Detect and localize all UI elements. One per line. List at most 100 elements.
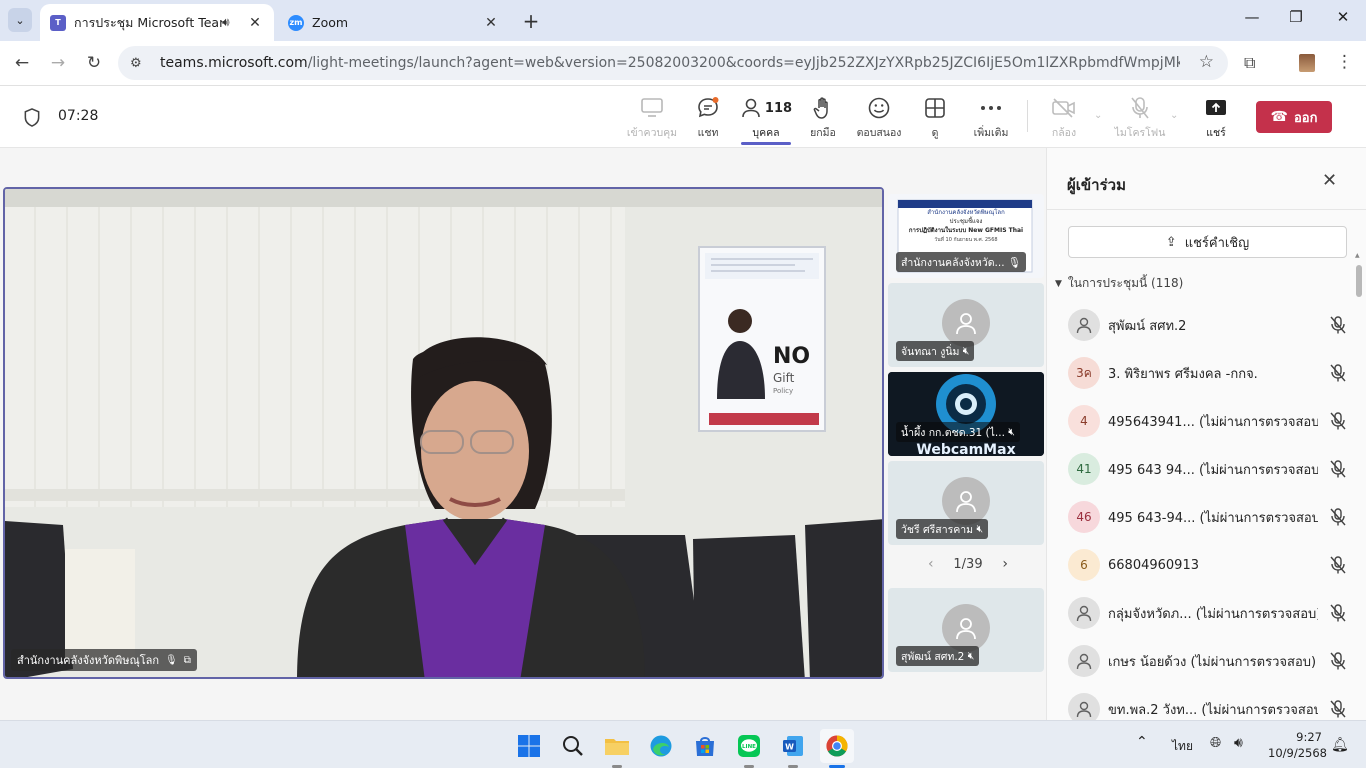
more-button[interactable]: เพิ่มเติม — [961, 94, 1021, 141]
mic-options-chevron-icon[interactable]: ⌄ — [1170, 110, 1178, 121]
participant-name: กลุ่มจังหวัดภ... (ไม่ผ่านการตรวจสอบ) — [1108, 606, 1318, 622]
new-tab-plus-icon[interactable]: + — [520, 9, 542, 33]
react-button[interactable]: ตอบสนอง — [849, 94, 909, 141]
close-tab-icon[interactable]: ✕ — [482, 15, 500, 31]
url-bar[interactable]: ⚙ teams.microsoft.com/light-meetings/lau… — [118, 46, 1228, 80]
thumbnail-tile[interactable]: สำนักงานคลังจังหวัดพิษณุโลก ประชุมชี้แจง… — [888, 194, 1044, 278]
share-icon: ⇪ — [1165, 234, 1177, 250]
mic-off-icon — [1328, 699, 1348, 719]
thumbnail-name-label: จันทณา งูนิ่ม 🔇︎ — [896, 341, 975, 361]
mic-off-icon — [1328, 555, 1348, 575]
teams-favicon-icon: T — [50, 14, 66, 31]
input-language[interactable]: ไทย — [1172, 737, 1193, 756]
participant-row[interactable]: สุพัฒน์ สศท.2 — [1068, 307, 1348, 343]
participant-row[interactable]: 46 495 643-94... (ไม่ผ่านการตรวจสอบ) — [1068, 499, 1348, 535]
participant-row[interactable]: กลุ่มจังหวัดภ... (ไม่ผ่านการตรวจสอบ) — [1068, 595, 1348, 631]
mic-off-icon — [1328, 507, 1348, 527]
participant-name: 495 643 94... (ไม่ผ่านการตรวจสอบ) — [1108, 462, 1318, 478]
browser-menu-icon[interactable]: ⋮ — [1336, 52, 1353, 72]
close-icon[interactable]: ✕ — [1322, 170, 1337, 191]
mic-off-icon: 🔇︎ — [967, 649, 975, 662]
camera-options-chevron-icon[interactable]: ⌄ — [1094, 110, 1102, 121]
thumbnail-name-label: สุพัฒน์ สศท.2 🔇︎ — [896, 646, 980, 666]
in-meeting-section-header[interactable]: ▼ ในการประชุมนี้ (118) — [1055, 274, 1183, 293]
share-invite-button[interactable]: ⇪ แชร์คำเชิญ — [1068, 226, 1347, 258]
thumbnail-tile[interactable]: จันทณา งูนิ่ม 🔇︎ — [888, 283, 1044, 367]
edge-button[interactable] — [644, 729, 678, 763]
panel-title: ผู้เข้าร่วม — [1067, 176, 1126, 194]
participant-row[interactable]: 41 495 643 94... (ไม่ผ่านการตรวจสอบ) — [1068, 451, 1348, 487]
camera-button[interactable]: กล้อง — [1034, 94, 1094, 141]
mic-off-icon — [1129, 94, 1151, 122]
chevron-right-icon[interactable]: › — [1002, 556, 1008, 572]
meeting-toolbar: 07:28 เข้าควบคุม แชท 118 บุคคล ยกมือ ตอบ… — [0, 86, 1366, 148]
participant-name: 3. พิริยาพร ศรีมงคล -กกจ. — [1108, 366, 1258, 382]
edge-icon — [650, 735, 672, 757]
store-button[interactable] — [688, 729, 722, 763]
thumbnail-tile[interactable]: วัชรี ศรีสารคาม 🔇︎ — [888, 461, 1044, 545]
browser-tab-strip: ⌄ T การประชุม Microsoft Teams 🔊︎ ✕ zm Zo… — [0, 0, 1366, 41]
raise-hand-button[interactable]: ยกมือ — [793, 94, 853, 141]
back-arrow-icon[interactable]: ← — [10, 51, 34, 75]
participant-row[interactable]: 3ค 3. พิริยาพร ศรีมงคล -กกจ. — [1068, 355, 1348, 391]
mic-icon: 🎙︎ — [1007, 256, 1022, 269]
panel-divider — [1047, 209, 1366, 210]
start-button[interactable] — [512, 729, 546, 763]
mic-button[interactable]: ไมโครโฟน — [1110, 94, 1170, 141]
profile-avatar[interactable] — [1299, 54, 1315, 72]
taskbar-search-button[interactable] — [556, 729, 590, 763]
person-icon — [956, 313, 976, 335]
tab-teams[interactable]: T การประชุม Microsoft Teams 🔊︎ ✕ — [40, 4, 274, 41]
show-hidden-icons-chevron-icon[interactable]: ⌃ — [1136, 734, 1148, 750]
reload-icon[interactable]: ↻ — [82, 51, 106, 75]
participant-name: 66804960913 — [1108, 557, 1199, 573]
network-globe-icon[interactable]: 🌐︎ — [1210, 735, 1221, 751]
tab-zoom[interactable]: zm Zoom ✕ — [278, 4, 510, 41]
mic-off-icon — [1328, 411, 1348, 431]
mic-icon: 🎙︎ — [165, 654, 178, 666]
panel-scrollbar[interactable] — [1356, 265, 1362, 297]
forward-arrow-icon[interactable]: → — [46, 51, 70, 75]
chrome-button[interactable] — [820, 729, 854, 763]
close-tab-icon[interactable]: ✕ — [246, 15, 264, 31]
leave-button[interactable]: ☎ ออก — [1256, 101, 1332, 133]
participant-row[interactable]: 6 66804960913 — [1068, 547, 1348, 583]
lobby-button[interactable]: เข้าควบคุม — [622, 94, 682, 141]
participant-row[interactable]: เกษร น้อยด้วง (ไม่ผ่านการตรวจสอบ) — [1068, 643, 1348, 679]
chat-icon — [696, 94, 720, 122]
scroll-up-arrow-icon[interactable]: ▲ — [1355, 252, 1360, 259]
main-video-tile[interactable]: NO Gift Policy สำนักงานคลังจังหวัดพิษณุโ… — [3, 187, 884, 679]
line-app-button[interactable]: LINE — [732, 729, 766, 763]
url-text[interactable]: teams.microsoft.com/light-meetings/launc… — [160, 55, 1180, 71]
people-button[interactable]: 118 บุคคล — [736, 94, 796, 141]
participant-avatar — [1068, 597, 1100, 629]
view-button[interactable]: ดู — [905, 94, 965, 141]
tab-search-dropdown[interactable]: ⌄ — [8, 8, 32, 32]
thumbnail-tile[interactable]: สุพัฒน์ สศท.2 🔇︎ — [888, 588, 1044, 672]
share-button[interactable]: แชร์ — [1186, 94, 1246, 141]
participant-avatar: 41 — [1068, 453, 1100, 485]
caret-down-icon: ▼ — [1055, 278, 1062, 289]
site-info-icon[interactable]: ⚙ — [130, 56, 150, 71]
notification-bell-icon[interactable]: 🔔︎ — [1331, 737, 1349, 753]
close-window-button[interactable]: ✕ — [1320, 8, 1366, 26]
thumbnail-name-label: สำนักงานคลังจังหวัด... 🎙︎ — [896, 252, 1027, 272]
mic-off-icon — [1328, 363, 1348, 383]
minimize-button[interactable]: — — [1229, 8, 1275, 26]
volume-icon[interactable]: 🔊︎ — [1234, 735, 1243, 751]
thumbnail-tile[interactable]: WebcamMax น้ำผึ้ง กก.ตชด.31 (ไ... 🔇︎ — [888, 372, 1044, 456]
extensions-icon[interactable]: ⧉ — [1244, 53, 1255, 73]
participant-row[interactable]: 4 495643941... (ไม่ผ่านการตรวจสอบ) — [1068, 403, 1348, 439]
restore-button[interactable]: ❐ — [1273, 8, 1319, 26]
folder-icon — [605, 739, 629, 755]
word-button[interactable]: W — [776, 729, 810, 763]
file-explorer-button[interactable] — [600, 729, 634, 763]
bookmark-star-icon[interactable]: ☆ — [1199, 52, 1214, 72]
thumbnail-pager: ‹ 1/39 › — [928, 556, 1008, 572]
shield-icon — [24, 108, 40, 127]
system-clock[interactable]: 9:27 10/9/2568 — [1268, 729, 1327, 761]
speaker-icon[interactable]: 🔊︎ — [222, 15, 240, 30]
person-icon — [956, 491, 976, 513]
chevron-left-icon[interactable]: ‹ — [928, 556, 934, 572]
chat-button[interactable]: แชท — [678, 94, 738, 141]
